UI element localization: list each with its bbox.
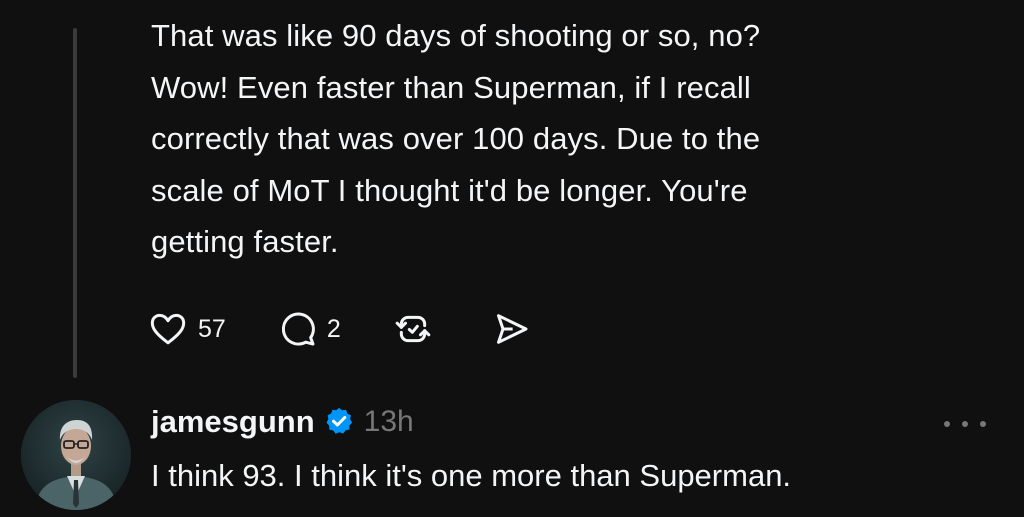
post-actions-bar: 57 2 xyxy=(148,304,531,354)
share-button[interactable] xyxy=(491,309,531,349)
repost-button[interactable] xyxy=(393,309,433,349)
reply-post: jamesgunn 13h I think 93. I think it's o… xyxy=(0,392,1024,517)
author-line: jamesgunn 13h xyxy=(151,400,414,444)
comment-icon xyxy=(278,309,318,349)
verified-badge-icon xyxy=(324,406,354,441)
repost-icon xyxy=(393,309,433,349)
reply-button[interactable]: 2 xyxy=(278,309,341,349)
username[interactable]: jamesgunn xyxy=(151,404,315,440)
dot xyxy=(944,421,950,427)
reply-count: 2 xyxy=(326,314,341,343)
avatar[interactable] xyxy=(21,400,131,510)
post-text: That was like 90 days of shooting or so,… xyxy=(151,18,761,259)
heart-icon xyxy=(148,309,188,349)
like-count: 57 xyxy=(198,314,226,343)
send-icon xyxy=(491,309,531,349)
more-options-icon[interactable] xyxy=(944,414,986,434)
thread-connector-line xyxy=(73,28,77,378)
reply-text: I think 93. I think it's one more than S… xyxy=(151,458,792,493)
dot xyxy=(980,421,986,427)
dot xyxy=(962,421,968,427)
like-button[interactable]: 57 xyxy=(148,309,226,349)
timestamp: 13h xyxy=(363,405,414,438)
